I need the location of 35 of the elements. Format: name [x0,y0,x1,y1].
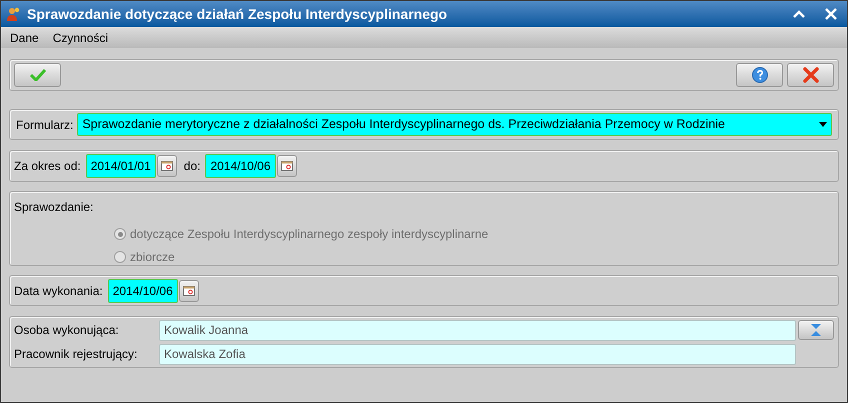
chevron-up-icon [793,10,805,18]
calendar-button[interactable] [156,155,177,177]
menu-item[interactable]: Dane [4,28,45,46]
person-label: Osoba wykonująca: [14,322,120,339]
window-title: Sprawozdanie dotyczące działań Zespołu Interdyscyplinarnego [27,4,448,24]
person-field[interactable]: Kowalik Joanna [159,320,796,340]
close-icon [802,67,818,83]
collapse-arrows-icon [810,324,822,336]
dropdown-arrow-icon [819,122,827,127]
form-label: Formularz: [16,116,74,134]
help-icon [752,67,768,83]
date-field[interactable]: 2014/10/06 [108,278,178,302]
period-to-label: do: [184,158,200,175]
cancel-button[interactable] [787,63,834,87]
person-label: Pracownik rejestrujący: [14,346,138,363]
calendar-icon [160,161,173,171]
checkmark-icon [30,69,46,81]
execution-label: Data wykonania: [14,282,103,300]
form-value: Sprawozdanie merytoryczne z działalności Zespołu Interdyscyplinarnego ds. Przeciwdziałania Przemocy w Rodzinie [82,116,725,134]
calendar-button[interactable] [276,155,297,177]
report-label: Sprawozdanie: [14,199,94,216]
menu-item[interactable]: Czynności [46,28,114,46]
person-field[interactable]: Kowalska Zofia [159,344,796,364]
confirm-button[interactable] [14,63,61,87]
help-button[interactable] [736,63,783,87]
close-icon [825,8,837,20]
select-button[interactable] [798,320,834,340]
date-field[interactable]: 2014/10/06 [205,154,276,178]
form-dropdown[interactable]: Sprawozdanie merytoryczne z działalności Zespołu Interdyscyplinarnego ds. Przeciwdziałania Przemocy w Rodzinie [77,113,832,136]
calendar-icon [182,286,195,296]
calendar-icon [280,161,293,171]
calendar-button[interactable] [178,280,199,302]
period-from-label: Za okres od: [14,158,81,175]
date-field[interactable]: 2014/01/01 [86,154,156,178]
people-icon [7,7,21,21]
